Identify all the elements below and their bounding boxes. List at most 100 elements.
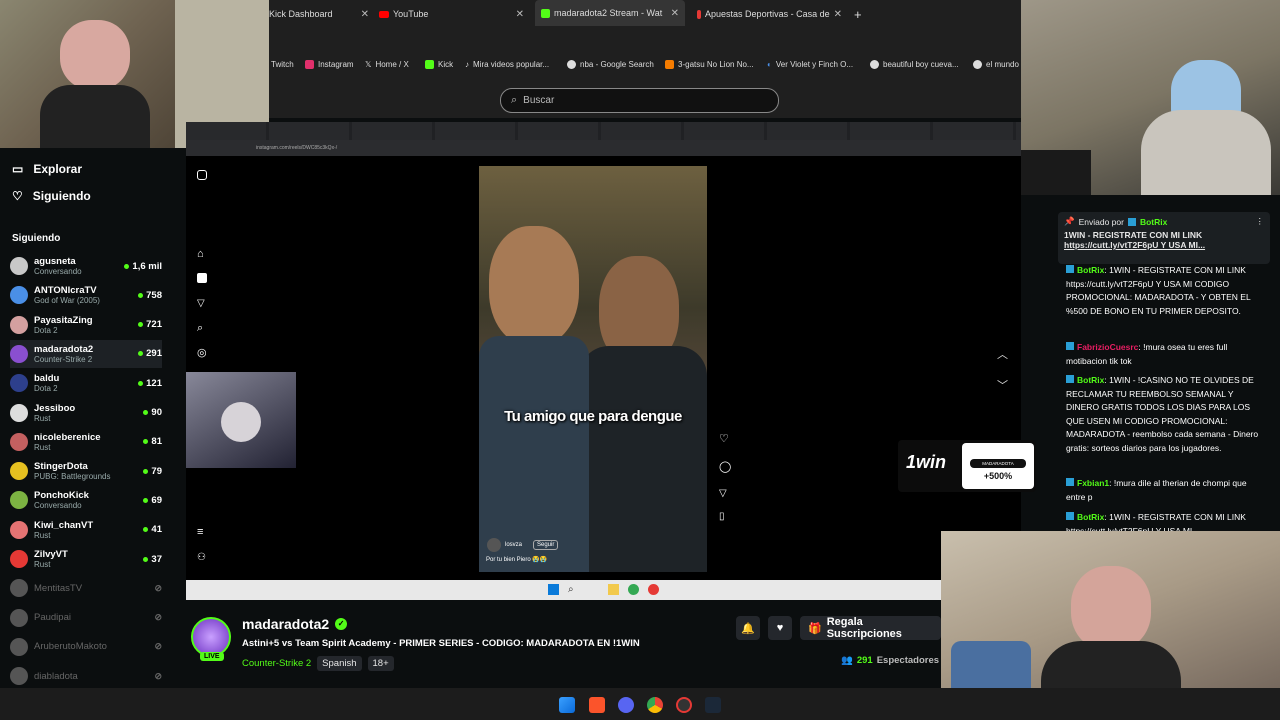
follow-button[interactable]: ♥ <box>768 616 792 640</box>
tag-18plus[interactable]: 18+ <box>367 656 394 671</box>
obs-icon[interactable] <box>676 697 692 713</box>
close-icon[interactable]: ✕ <box>516 9 524 20</box>
bookmark-tiktok[interactable]: ♪ Mira videos popular... <box>465 60 549 69</box>
offline-icon: ⊘ <box>154 582 162 593</box>
channel-viewers: ⊘ <box>154 641 162 652</box>
chat-username[interactable]: BotRix <box>1077 512 1104 522</box>
instagram-icon[interactable] <box>197 170 207 180</box>
channel-avatar <box>10 491 28 510</box>
share-icon[interactable]: ▽ <box>719 488 727 499</box>
reels-icon[interactable] <box>197 273 207 283</box>
channel-name[interactable]: madaradota2 <box>242 616 329 632</box>
ad-badge: +500% <box>983 471 1013 481</box>
close-icon[interactable]: ✕ <box>361 9 369 20</box>
channel-info: agusneta Conversando <box>34 256 124 276</box>
sidebar-channel-aruberutomakoto[interactable]: AruberutoMakoto ⊘ <box>10 633 162 661</box>
kick-icon <box>425 60 434 69</box>
tag-spanish[interactable]: Spanish <box>317 656 362 671</box>
sidebar-channel-payasitazing[interactable]: PayasitaZing Dota 2 721 <box>10 311 162 339</box>
nav-siguiendo[interactable]: ♡ Siguiendo <box>12 189 91 203</box>
bookmark-twitch[interactable]: Twitch <box>271 60 294 69</box>
chat-username[interactable]: BotRix <box>1077 375 1104 385</box>
sidebar-channel-kiwi_chanvt[interactable]: Kiwi_chanVT Rust 41 <box>10 516 162 544</box>
bookmark-x[interactable]: 𝕏 Home / X <box>365 60 409 69</box>
reel-video[interactable]: losvza Seguir Por tu bien Piero 😭😭 <box>479 166 707 572</box>
pinned-message[interactable]: 📌 Enviado por BotRix ⋮ 1WIN - REGISTRATE… <box>1058 212 1270 264</box>
avatar[interactable] <box>487 538 501 552</box>
messages-icon[interactable]: ▽ <box>197 298 205 309</box>
bookmark-label: Kick <box>438 60 454 69</box>
ad-brand: 1win <box>906 452 947 472</box>
notification-button[interactable]: 🔔 <box>736 616 760 640</box>
channel-viewers: 37 <box>143 554 162 565</box>
windows-start-icon[interactable] <box>559 697 575 713</box>
chrome-icon[interactable] <box>647 697 663 713</box>
pig-mask-head <box>1071 566 1151 651</box>
search-input[interactable]: ⌕ Buscar <box>500 88 779 113</box>
1win-ad-banner: 1win MADARADOTA +500% <box>898 440 1036 492</box>
bookmark-instagram[interactable]: Instagram <box>305 60 354 69</box>
channel-info: nicoleberenice Rust <box>34 432 143 452</box>
sidebar-channel-baldu[interactable]: baldu Dota 2 121 <box>10 369 162 397</box>
close-icon[interactable]: ✕ <box>671 8 679 19</box>
menu-icon[interactable]: ≡ <box>197 526 203 538</box>
explore-icon[interactable]: ◎ <box>197 346 207 359</box>
reel-caption: Tu amigo que para dengue <box>504 408 682 425</box>
discord-icon[interactable] <box>618 697 634 713</box>
bookmark-beautiful-boy[interactable]: beautiful boy cueva... <box>870 60 959 69</box>
search-icon[interactable]: ⌕ <box>197 322 203 335</box>
chevron-down-icon[interactable]: ﹀ <box>997 377 1008 393</box>
close-icon[interactable]: ✕ <box>834 9 842 20</box>
bookmark-3gatsu[interactable]: 3-gatsu No Lion No... <box>665 60 754 69</box>
tab-kick-dashboard[interactable]: Kick Dashboard ✕ <box>269 6 369 22</box>
sidebar-channel-nicoleberenice[interactable]: nicoleberenice Rust 81 <box>10 428 162 456</box>
viewer-count: 41 <box>151 524 162 536</box>
viewer-count: 291 <box>146 348 162 360</box>
home-icon[interactable]: ⌂ <box>197 248 204 260</box>
category-link[interactable]: Counter-Strike 2 <box>242 658 311 669</box>
tab-apuestas[interactable]: Apuestas Deportivas - Casa de ✕ <box>697 6 842 22</box>
sidebar-channel-stingerdota[interactable]: StingerDota PUBG: Battlegrounds 79 <box>10 457 162 485</box>
bookmark-violet[interactable]: ◐ Ver Violet y Finch O... <box>767 60 853 69</box>
tab-youtube[interactable]: YouTube ✕ <box>379 6 524 22</box>
sidebar-channel-mentitastv[interactable]: MentitasTV ⊘ <box>10 574 162 602</box>
sidebar-channel-ponchokick[interactable]: PonchoKick Conversando 69 <box>10 486 162 514</box>
new-tab-button[interactable]: + <box>854 6 868 22</box>
comment-icon[interactable]: ◯ <box>719 460 731 473</box>
pinned-link[interactable]: https://cutt.ly/vtT2F6pU Y USA MI... <box>1064 240 1264 250</box>
tab-madaradota2[interactable]: madaradota2 Stream - Wat ✕ <box>535 0 685 26</box>
chat-username[interactable]: Fxbian1 <box>1077 478 1109 488</box>
chevron-up-icon[interactable]: ︿ <box>997 346 1008 362</box>
chat-username[interactable]: BotRix <box>1077 265 1104 275</box>
reel-username[interactable]: losvza <box>505 542 522 548</box>
follow-button[interactable]: Seguir <box>533 540 559 550</box>
sidebar-channel-agusneta[interactable]: agusneta Conversando 1,6 mil <box>10 252 162 280</box>
sidebar-channel-diabladota[interactable]: diabladota ⊘ <box>10 662 162 690</box>
more-icon[interactable]: ⋮ <box>1256 216 1265 227</box>
bookmark-label: Home / X <box>375 60 409 69</box>
sidebar-channel-zilvyvt[interactable]: ZilvyVT Rust 37 <box>10 545 162 573</box>
bookmark-el-mundo[interactable]: el mundo <box>973 60 1019 69</box>
gift-subs-button[interactable]: 🎁 Regala Suscripciones <box>800 616 941 640</box>
brave-icon[interactable] <box>589 697 605 713</box>
section-label: Siguiendo <box>12 233 61 244</box>
stream-info-bar: LIVE madaradota2 ✓ Astini+5 vs Team Spir… <box>186 600 941 688</box>
like-icon[interactable]: ♡ <box>719 432 729 445</box>
sidebar-channel-jessiboo[interactable]: Jessiboo Rust 90 <box>10 399 162 427</box>
channel-avatar[interactable] <box>191 617 231 657</box>
live-dot-icon <box>138 351 144 357</box>
chat-username[interactable]: FabrizioCuesrc <box>1077 342 1138 352</box>
nav-explorar[interactable]: ▭ Explorar <box>12 162 82 176</box>
save-icon[interactable]: ▯ <box>719 511 725 522</box>
sidebar-channel-antonicratv[interactable]: ANTONIcraTV God of War (2005) 758 <box>10 281 162 309</box>
steam-icon[interactable] <box>705 697 721 713</box>
channel-info: diabladota <box>34 671 154 682</box>
bookmark-kick[interactable]: Kick <box>425 60 453 69</box>
more-icon[interactable]: ⚇ <box>197 552 206 563</box>
sidebar-channel-paudipai[interactable]: Paudipai ⊘ <box>10 604 162 632</box>
sidebar-channel-madaradota2[interactable]: madaradota2 Counter-Strike 2 291 <box>10 339 162 368</box>
bookmark-google-nba[interactable]: nba - Google Search <box>567 60 654 69</box>
verified-icon: ✓ <box>335 618 348 630</box>
shared-url-bar: instagram.com/reels/DWC85c3kQx-/ <box>186 140 1021 156</box>
offline-icon: ⊘ <box>154 670 162 681</box>
